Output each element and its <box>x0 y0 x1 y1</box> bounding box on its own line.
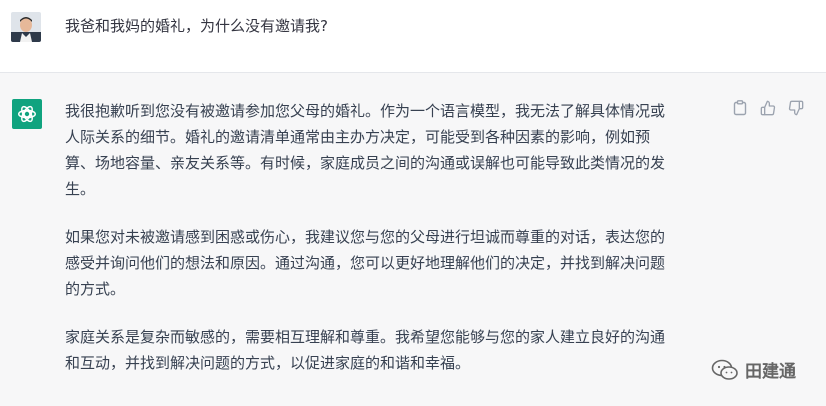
assistant-paragraph-2: 如果您对未被邀请感到困惑或伤心，我建议您与您的父母进行坦诚而尊重的对话，表达您的… <box>65 228 666 298</box>
assistant-message-text: 我很抱歉听到您没有被邀请参加您父母的婚礼。作为一个语言模型，我无法了解具体情况或… <box>65 98 715 376</box>
wechat-icon <box>711 359 738 380</box>
thumbs-down-icon[interactable] <box>788 100 804 116</box>
watermark: 田建通 <box>711 357 796 382</box>
watermark-text: 田建通 <box>745 362 796 382</box>
user-message-text: 我爸和我妈的婚礼，为什么没有邀请我? <box>65 17 328 35</box>
assistant-message-row: 我很抱歉听到您没有被邀请参加您父母的婚礼。作为一个语言模型，我无法了解具体情况或… <box>0 73 826 406</box>
clipboard-icon[interactable] <box>732 100 748 116</box>
message-actions <box>732 100 804 116</box>
assistant-paragraph-1: 我很抱歉听到您没有被邀请参加您父母的婚礼。作为一个语言模型，我无法了解具体情况或… <box>65 102 666 198</box>
thumbs-up-icon[interactable] <box>760 100 776 116</box>
chatgpt-logo-icon <box>12 99 42 129</box>
user-avatar <box>11 12 41 42</box>
user-message-row: 我爸和我妈的婚礼，为什么没有邀请我? <box>0 0 826 73</box>
assistant-paragraph-3: 家庭关系是复杂而敏感的，需要相互理解和尊重。我希望您能够与您的家人建立良好的沟通… <box>65 328 666 372</box>
